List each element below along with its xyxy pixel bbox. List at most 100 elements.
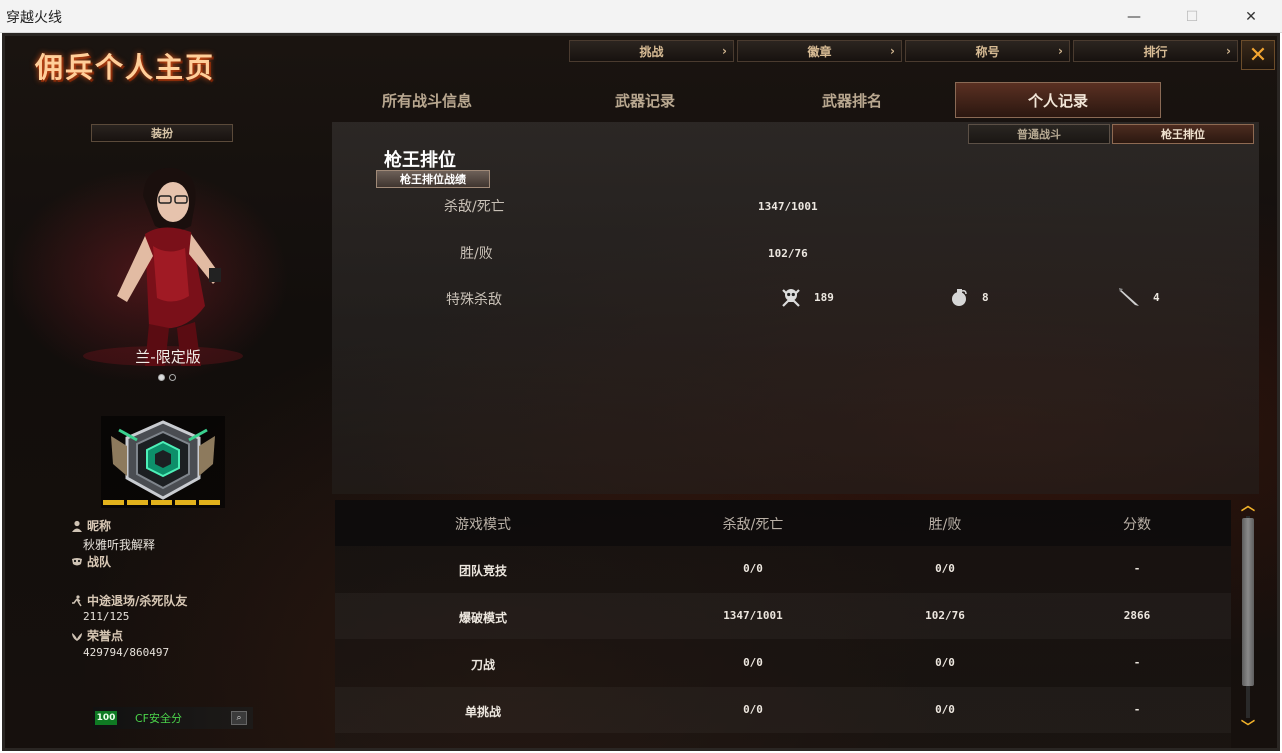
window-title: 穿越火线 — [6, 10, 62, 26]
rank-stars — [103, 500, 220, 505]
cell-kd: 0/0 — [743, 656, 763, 669]
cell-mode: 团队竞技 — [458, 564, 507, 578]
nickname-value: 秋雅听我解释 — [83, 538, 156, 552]
cell-score: - — [1133, 656, 1141, 669]
cell-mode: 单挑战 — [464, 705, 501, 719]
column-header-wl: 胜/败 — [928, 517, 962, 533]
wl-label: 胜/败 — [460, 246, 493, 262]
rank-star — [127, 500, 148, 505]
cell-score: 2866 — [1123, 609, 1151, 622]
team-label-text: 战队 — [87, 555, 112, 569]
cell-mode: 爆破模式 — [458, 611, 507, 625]
carousel-dots — [158, 374, 176, 381]
page-title: 佣兵个人主页 — [35, 51, 216, 84]
main-tabs: 所有战斗信息 武器记录 武器排名 个人记录 — [335, 82, 1235, 118]
cell-kd: 0/0 — [743, 703, 763, 716]
honor-value: 429794/860497 — [83, 646, 170, 659]
cell-mode: 刀战 — [470, 658, 495, 672]
cell-wl: 0/0 — [935, 656, 955, 669]
running-icon — [72, 594, 82, 606]
scroll-thumb[interactable] — [1242, 518, 1254, 686]
safety-score-bar: 100 CF安全分 ⌕ — [93, 707, 253, 729]
rank-emblem-icon — [111, 420, 215, 500]
quit-label: 中途退场/杀死队友 — [71, 592, 187, 609]
grenade-icon — [952, 289, 967, 306]
mask-icon — [72, 557, 82, 565]
character-avatar[interactable] — [73, 156, 253, 366]
equip-button[interactable]: 装扮 — [91, 124, 233, 142]
nav-label: 挑战 — [639, 44, 664, 59]
window-close-icon[interactable]: ✕ — [1222, 0, 1280, 33]
tab-ranked-battle[interactable]: 枪王排位 — [1112, 124, 1254, 144]
search-icon[interactable]: ⌕ — [231, 711, 247, 725]
scroll-up-icon[interactable]: ︿ — [1239, 499, 1257, 513]
headshot-kill-count: 189 — [814, 290, 834, 304]
section-title: 枪王排位 — [384, 150, 456, 171]
cell-wl: 0/0 — [935, 562, 955, 575]
mode-stats-table: 游戏模式 杀敌/死亡 胜/败 分数 团队竞技 0/0 0/0 - 爆破模式 13… — [335, 500, 1231, 748]
laurel-icon — [72, 632, 82, 641]
tab-normal-battle[interactable]: 普通战斗 — [968, 124, 1110, 144]
game-window: 佣兵个人主页 挑战 › 徽章 › 称号 › 排行 › ✕ 所有战斗信息 武器记录 武器排… — [2, 33, 1280, 751]
kd-label: 杀敌/死亡 — [444, 199, 505, 215]
special-kill-label: 特殊杀敌 — [446, 292, 502, 308]
nav-badge-button[interactable]: 徽章 › — [737, 40, 902, 62]
nav-label: 称号 — [975, 44, 1000, 59]
person-icon — [72, 520, 82, 532]
grenade-kill-count: 8 — [982, 290, 989, 304]
window-titlebar: 穿越火线 — ☐ ✕ — [0, 0, 1282, 33]
nickname-label-text: 昵称 — [87, 519, 112, 533]
column-header-kd: 杀敌/死亡 — [722, 517, 784, 533]
wl-value: 102/76 — [768, 247, 808, 260]
team-label: 战队 — [71, 553, 111, 570]
special-kill-knife: 4 — [1117, 286, 1160, 308]
cell-wl: 0/0 — [935, 703, 955, 716]
carousel-dot[interactable] — [158, 374, 165, 381]
safety-score-label: CF安全分 — [135, 712, 183, 725]
table-header: 游戏模式 杀敌/死亡 胜/败 分数 — [335, 500, 1231, 546]
scroll-down-icon[interactable]: ﹀ — [1239, 721, 1257, 735]
rank-star — [103, 500, 124, 505]
table-row: 刀战 0/0 0/0 - — [335, 640, 1231, 686]
tab-all-battle-info[interactable]: 所有战斗信息 — [324, 82, 530, 118]
skull-icon — [782, 289, 800, 307]
cell-score: - — [1133, 703, 1141, 716]
tab-weapon-record[interactable]: 武器记录 — [542, 82, 748, 118]
character-name: 兰-限定版 — [135, 348, 201, 366]
chevron-right-icon: › — [722, 44, 727, 58]
quit-label-text: 中途退场/杀死队友 — [87, 594, 188, 608]
rank-star — [151, 500, 172, 505]
table-row: 爆破模式 1347/1001 102/76 2866 — [335, 593, 1231, 639]
cell-kd: 1347/1001 — [723, 609, 783, 622]
nav-title-button[interactable]: 称号 › — [905, 40, 1070, 62]
table-scrollbar[interactable]: ︿ ﹀ — [1239, 499, 1257, 736]
maximize-icon[interactable]: ☐ — [1163, 0, 1221, 33]
ranked-stats-panel: 普通战斗 枪王排位 枪王排位 枪王排位战绩 杀敌/死亡 1347/1001 胜/… — [332, 122, 1259, 494]
column-header-score: 分数 — [1123, 517, 1151, 533]
column-header-mode: 游戏模式 — [455, 517, 511, 533]
nav-challenge-button[interactable]: 挑战 › — [569, 40, 734, 62]
cell-score: - — [1133, 562, 1141, 575]
minimize-icon[interactable]: — — [1105, 0, 1163, 33]
special-kill-grenade: 8 — [948, 286, 989, 308]
rank-emblem — [101, 416, 225, 508]
profile-panel: 装扮 兰-限定版 昵称 秋雅听我解释 战队 中途退场/杀死队友 211/125 … — [13, 120, 331, 748]
top-nav: 挑战 › 徽章 › 称号 › 排行 › — [569, 40, 1238, 62]
knife-icon — [1119, 288, 1139, 306]
nav-rank-button[interactable]: 排行 › — [1073, 40, 1238, 62]
rank-star — [175, 500, 196, 505]
tab-personal-record[interactable]: 个人记录 — [955, 82, 1161, 118]
tab-weapon-rank[interactable]: 武器排名 — [749, 82, 955, 118]
cell-kd: 0/0 — [743, 562, 763, 575]
close-icon[interactable]: ✕ — [1241, 40, 1275, 70]
honor-label: 荣誉点 — [71, 627, 123, 644]
honor-label-text: 荣誉点 — [87, 629, 124, 643]
rank-star — [199, 500, 220, 505]
knife-kill-count: 4 — [1153, 290, 1160, 304]
nav-label: 排行 — [1143, 44, 1168, 59]
carousel-dot[interactable] — [169, 374, 176, 381]
chevron-right-icon: › — [890, 44, 895, 58]
safety-score-badge: 100 — [95, 711, 117, 725]
chevron-right-icon: › — [1058, 44, 1063, 58]
table-row: 团队竞技 0/0 0/0 - — [335, 546, 1231, 592]
